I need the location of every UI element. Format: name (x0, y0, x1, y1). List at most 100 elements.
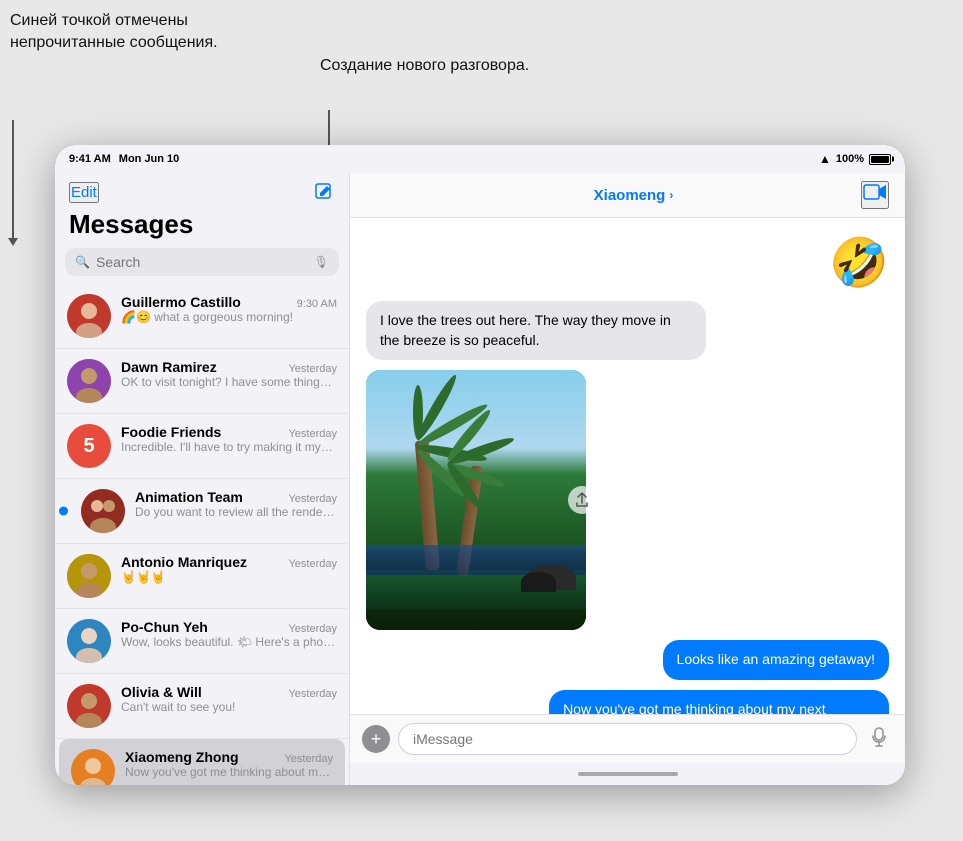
battery-icon (869, 154, 891, 165)
chat-messages: 🤣 I love the trees out here. The way the… (350, 218, 905, 714)
conv-content-dawn: Dawn Ramirez Yesterday OK to visit tonig… (121, 359, 337, 391)
msg-right-vacation: Now you've got me thinking about my next… (549, 690, 889, 714)
conv-name-olivia: Olivia & Will (121, 684, 202, 700)
home-bar-line (578, 772, 678, 776)
search-input[interactable] (96, 254, 308, 270)
conv-time-olivia: Yesterday (288, 688, 337, 700)
conv-content-antonio: Antonio Manriquez Yesterday 🤘🤘🤘 (121, 554, 337, 586)
edit-button[interactable]: Edit (69, 182, 99, 203)
add-button[interactable]: + (362, 725, 390, 753)
avatar-pochun (67, 619, 111, 663)
conv-content-pochun: Po-Chun Yeh Yesterday Wow, looks beautif… (121, 619, 337, 651)
avatar-img-animation (81, 489, 125, 533)
avatar-img-guillermo (67, 294, 111, 338)
conv-top-xiaomeng: Xiaomeng Zhong Yesterday (125, 749, 333, 765)
status-left: 9:41 AM Mon Jun 10 (69, 153, 179, 165)
msg-bubble-trees: I love the trees out here. The way they … (366, 301, 706, 360)
app-container: Edit Messages 🔍 🎙 (55, 173, 905, 785)
conv-content-animation: Animation Team Yesterday Do you want to … (135, 489, 337, 521)
avatar-foodie: 5 (67, 424, 111, 468)
avatar-olivia (67, 684, 111, 728)
palm-scene (366, 370, 586, 630)
conv-time-antonio: Yesterday (288, 558, 337, 570)
video-call-button[interactable] (861, 181, 889, 209)
conv-time-animation: Yesterday (288, 493, 337, 505)
wifi-icon: ▲ (819, 152, 831, 166)
sidebar-header: Edit (55, 173, 349, 207)
arrow-unread-indicator (12, 120, 14, 240)
conv-item-xiaomeng[interactable]: Xiaomeng Zhong Yesterday Now you've got … (59, 739, 345, 785)
chat-contact-name: Xiaomeng (594, 187, 666, 204)
conv-preview-olivia: Can't wait to see you! (121, 700, 337, 716)
search-mic-icon: 🎙 (314, 255, 329, 269)
conv-name-pochun: Po-Chun Yeh (121, 619, 208, 635)
avatar-img-dawn (67, 359, 111, 403)
share-arrow-icon (575, 492, 589, 508)
avatar-xiaomeng (71, 749, 115, 785)
conv-preview-pochun: Wow, looks beautiful. 🌤 Here's a photo o… (121, 635, 337, 651)
conv-name-antonio: Antonio Manriquez (121, 554, 247, 570)
conv-top-foodie: Foodie Friends Yesterday (121, 424, 337, 440)
conv-content-xiaomeng: Xiaomeng Zhong Yesterday Now you've got … (125, 749, 333, 781)
avatar-animation (81, 489, 125, 533)
message-input[interactable] (398, 723, 857, 755)
avatar-guillermo (67, 294, 111, 338)
avatar-img-antonio (67, 554, 111, 598)
conv-time-pochun: Yesterday (288, 623, 337, 635)
conv-time-foodie: Yesterday (288, 428, 337, 440)
home-bar (350, 763, 905, 785)
msg-image-left (366, 370, 606, 630)
status-bar: 9:41 AM Mon Jun 10 ▲ 100% (55, 145, 905, 173)
conv-preview-dawn: OK to visit tonight? I have some things … (121, 375, 337, 391)
conv-content-foodie: Foodie Friends Yesterday Incredible. I'l… (121, 424, 337, 456)
conv-preview-guillermo: 🌈😊 what a gorgeous morning! (121, 310, 337, 326)
conv-top-olivia: Olivia & Will Yesterday (121, 684, 337, 700)
compose-button[interactable] (313, 181, 335, 203)
conv-item-dawn[interactable]: Dawn Ramirez Yesterday OK to visit tonig… (55, 349, 349, 414)
emoji-reaction: 🤣 (829, 234, 889, 291)
chat-contact[interactable]: Xiaomeng › (594, 187, 674, 204)
bubble-blue-getaway: Looks like an amazing getaway! (663, 640, 889, 680)
conv-item-pochun[interactable]: Po-Chun Yeh Yesterday Wow, looks beautif… (55, 609, 349, 674)
avatar-img-olivia (67, 684, 111, 728)
bubble-blue-vacation: Now you've got me thinking about my next… (549, 690, 889, 714)
conv-preview-foodie: Incredible. I'll have to try making it m… (121, 440, 337, 456)
conv-top-pochun: Po-Chun Yeh Yesterday (121, 619, 337, 635)
conv-top-animation: Animation Team Yesterday (135, 489, 337, 505)
msg-right-getaway: Looks like an amazing getaway! (663, 640, 889, 680)
conv-top-guillermo: Guillermo Castillo 9:30 AM (121, 294, 337, 310)
status-right: ▲ 100% (819, 152, 891, 166)
chat-contact-chevron: › (669, 188, 673, 202)
compose-icon (314, 182, 334, 202)
mic-button[interactable] (865, 725, 893, 753)
unread-dot (59, 507, 68, 516)
conv-name-foodie: Foodie Friends (121, 424, 221, 440)
conversation-list: Guillermo Castillo 9:30 AM 🌈😊 what a gor… (55, 284, 349, 785)
conv-content-guillermo: Guillermo Castillo 9:30 AM 🌈😊 what a gor… (121, 294, 337, 326)
conv-preview-antonio: 🤘🤘🤘 (121, 570, 337, 586)
search-bar[interactable]: 🔍 🎙 (65, 248, 339, 276)
conv-item-foodie[interactable]: 5 Foodie Friends Yesterday Incredible. I… (55, 414, 349, 479)
annotation-compose: Создание нового разговора. (320, 55, 529, 77)
annotation-unread: Синей точкой отмеченынепрочитанные сообщ… (10, 10, 230, 55)
conv-time-dawn: Yesterday (288, 363, 337, 375)
beach-photo (366, 370, 586, 630)
conv-name-xiaomeng: Xiaomeng Zhong (125, 749, 239, 765)
conv-item-guillermo[interactable]: Guillermo Castillo 9:30 AM 🌈😊 what a gor… (55, 284, 349, 349)
sidebar: Edit Messages 🔍 🎙 (55, 173, 350, 785)
conv-content-olivia: Olivia & Will Yesterday Can't wait to se… (121, 684, 337, 716)
ipad-device: 9:41 AM Mon Jun 10 ▲ 100% Edit (55, 145, 905, 785)
status-time: 9:41 AM (69, 153, 111, 165)
conv-item-olivia[interactable]: Olivia & Will Yesterday Can't wait to se… (55, 674, 349, 739)
input-bar: + (350, 714, 905, 763)
conv-name-dawn: Dawn Ramirez (121, 359, 217, 375)
battery-percent: 100% (836, 153, 864, 165)
mic-icon (872, 727, 886, 747)
conv-name-animation: Animation Team (135, 489, 243, 505)
avatar-dawn (67, 359, 111, 403)
share-icon[interactable] (568, 486, 596, 514)
conv-preview-animation: Do you want to review all the renders to… (135, 505, 337, 521)
bubble-gray-trees: I love the trees out here. The way they … (366, 301, 706, 360)
conv-item-antonio[interactable]: Antonio Manriquez Yesterday 🤘🤘🤘 (55, 544, 349, 609)
conv-item-animation[interactable]: Animation Team Yesterday Do you want to … (55, 479, 349, 544)
